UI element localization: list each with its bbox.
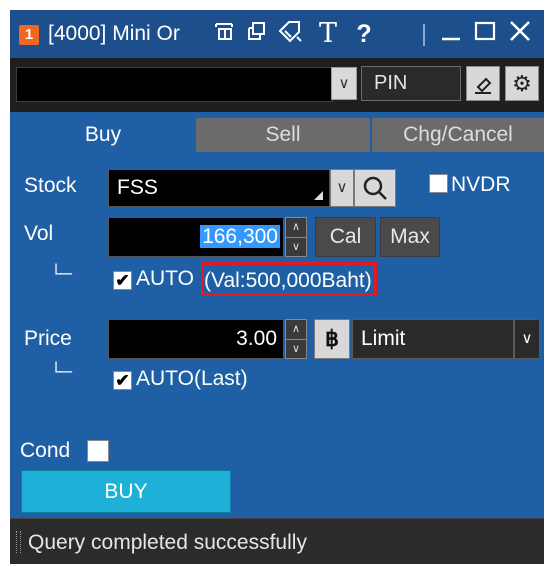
nvdr-checkbox[interactable] [429, 174, 448, 193]
account-dropdown-button[interactable]: ∨ [331, 67, 357, 100]
vol-auto-checkbox[interactable]: ✔ [113, 271, 132, 290]
gear-icon: ⚙ [512, 71, 532, 96]
edit-button[interactable] [466, 66, 500, 101]
account-toolbar: ∨ PIN ⚙ [10, 58, 544, 112]
tab-buy[interactable]: Buy [10, 118, 196, 152]
tab-chg-cancel[interactable]: Chg/Cancel [372, 118, 544, 152]
chevron-down-icon[interactable]: ∨ [286, 340, 306, 359]
vol-value-selected: 166,300 [200, 225, 280, 248]
resize-grip-icon [314, 191, 323, 200]
settings-button[interactable]: ⚙ [505, 66, 539, 101]
cal-button[interactable]: Cal [315, 217, 376, 257]
nvdr-label: NVDR [451, 173, 511, 196]
chevron-down-icon: ∨ [336, 179, 348, 196]
buy-button[interactable]: BUY [21, 470, 231, 513]
baht-icon[interactable]: ฿ [314, 319, 350, 359]
stock-search-button[interactable] [354, 169, 396, 207]
stock-label: Stock [24, 174, 77, 197]
pin-field[interactable]: PIN [361, 66, 461, 101]
tag-icon[interactable] [276, 18, 304, 50]
cond-label: Cond [20, 439, 71, 462]
chevron-down-icon[interactable]: ∨ [286, 238, 306, 257]
eraser-icon [475, 77, 492, 94]
font-icon[interactable]: T [314, 18, 342, 50]
price-stepper[interactable]: ∧ ∨ [285, 319, 307, 359]
vol-value-baht-text: (Val:500,000Baht) [201, 262, 377, 296]
search-icon [363, 176, 387, 200]
vol-label: Vol [24, 222, 54, 245]
status-message: Query completed successfully [28, 531, 307, 554]
pin-window-icon[interactable] [210, 18, 238, 50]
price-auto-label: AUTO(Last) [136, 367, 248, 390]
chevron-down-icon: ∨ [521, 330, 533, 347]
branch-connector: └─ [50, 264, 72, 283]
window-title: [4000] Mini Or [48, 22, 180, 45]
chevron-up-icon[interactable]: ∧ [286, 320, 306, 340]
grip-icon [16, 531, 21, 553]
mini-order-window: 1 [4000] Mini Or T ? ∨ PIN ⚙ Buy Sell Ch… [10, 10, 544, 564]
chevron-down-icon: ∨ [338, 75, 350, 92]
price-auto-checkbox[interactable]: ✔ [113, 371, 132, 390]
title-bar[interactable]: 1 [4000] Mini Or T ? [10, 10, 544, 58]
account-select[interactable] [16, 67, 333, 102]
price-type-select[interactable]: Limit [352, 319, 514, 359]
vol-stepper[interactable]: ∧ ∨ [285, 217, 307, 257]
vol-input[interactable]: 166,300 [108, 217, 284, 257]
price-type-dropdown[interactable]: ∨ [514, 319, 540, 359]
vol-auto-label: AUTO [136, 267, 194, 290]
max-button[interactable]: Max [380, 217, 440, 257]
stock-dropdown-button[interactable]: ∨ [330, 169, 354, 207]
tab-sell[interactable]: Sell [196, 118, 370, 152]
restore-copy-icon[interactable] [242, 18, 270, 50]
cond-checkbox[interactable] [87, 440, 109, 462]
price-label: Price [24, 327, 72, 350]
stock-input[interactable]: FSS [108, 169, 330, 207]
price-input[interactable]: 3.00 [108, 319, 284, 359]
status-bar: Query completed successfully [10, 518, 544, 564]
order-panel: Buy Sell Chg/Cancel Stock FSS ∨ NVDR Vol… [10, 112, 544, 518]
title-separator [423, 24, 425, 46]
close-icon[interactable] [506, 18, 534, 50]
help-icon[interactable]: ? [350, 18, 378, 50]
window-number-badge: 1 [19, 25, 39, 45]
branch-connector: └─ [50, 362, 72, 381]
minimize-icon[interactable] [437, 18, 465, 50]
chevron-up-icon[interactable]: ∧ [286, 218, 306, 238]
maximize-icon[interactable] [471, 18, 499, 50]
